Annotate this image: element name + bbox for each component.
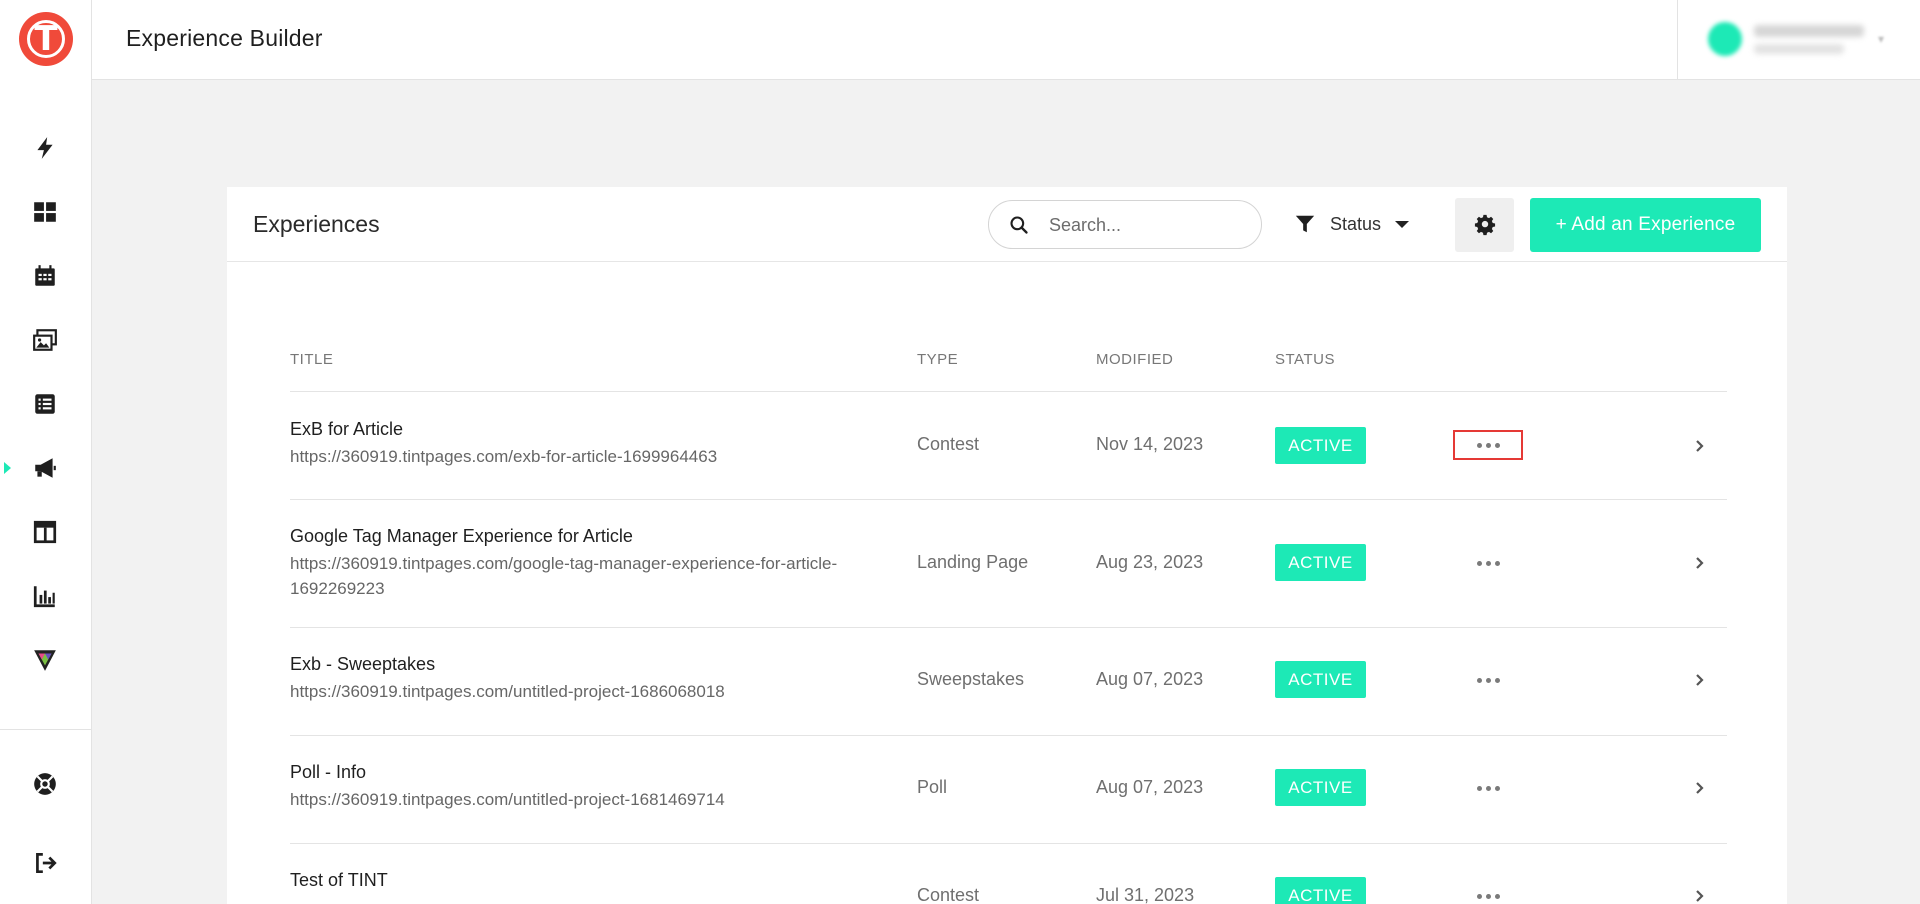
more-dot (1485, 560, 1491, 566)
more-dot (1494, 442, 1500, 448)
dashboard-grid-icon[interactable] (30, 197, 60, 227)
status-badge: ACTIVE (1275, 427, 1366, 464)
caret-down-icon (1395, 220, 1410, 228)
brand-triangle-icon[interactable] (30, 645, 60, 675)
chevron-right-icon[interactable] (1692, 778, 1708, 798)
more-dot (1485, 785, 1491, 791)
modified-date: Jul 31, 2023 (1096, 885, 1195, 904)
more-options-button[interactable] (1453, 430, 1523, 460)
experience-url[interactable]: https://360919.tintpages.com/exb-for-art… (290, 444, 870, 469)
table-row[interactable]: Test of TINT Contest Jul 31, 2023 ACTIVE (290, 843, 1727, 904)
more-options-button[interactable] (1453, 773, 1523, 803)
chevron-right-icon[interactable] (1692, 436, 1708, 456)
experience-url[interactable]: https://360919.tintpages.com/untitled-pr… (290, 679, 870, 704)
more-dot (1476, 785, 1482, 791)
status-badge: ACTIVE (1275, 544, 1366, 581)
tint-logo[interactable]: T (19, 12, 73, 66)
more-dot (1494, 677, 1500, 683)
experience-title[interactable]: Google Tag Manager Experience for Articl… (290, 526, 633, 547)
experience-title[interactable]: ExB for Article (290, 419, 403, 440)
user-menu[interactable]: ▾ (1677, 0, 1920, 80)
more-dot (1494, 893, 1500, 899)
experience-type: Poll (917, 777, 948, 797)
column-header-modified: MODIFIED (1096, 351, 1174, 368)
chevron-right-icon[interactable] (1692, 886, 1708, 904)
megaphone-icon[interactable] (30, 453, 60, 483)
lightning-icon[interactable] (30, 133, 60, 163)
experience-title[interactable]: Test of TINT (290, 870, 388, 891)
more-dot (1476, 677, 1482, 683)
table-row[interactable]: ExB for Article https://360919.tintpages… (290, 391, 1727, 499)
chevron-right-icon[interactable] (1692, 553, 1708, 573)
status-badge: ACTIVE (1275, 769, 1366, 806)
more-dot (1494, 560, 1500, 566)
experience-type: Landing Page (917, 552, 1029, 572)
status-badge: ACTIVE (1275, 661, 1366, 698)
more-options-button[interactable] (1453, 665, 1523, 695)
status-filter-label: Status (1330, 213, 1382, 234)
sidebar: T (0, 0, 92, 904)
column-header-type: TYPE (917, 351, 959, 368)
more-dot (1476, 560, 1482, 566)
experiences-card: Experiences Status + Add an Experience T… (227, 187, 1787, 904)
modified-date: Aug 23, 2023 (1096, 552, 1204, 572)
card-header: Experiences Status + Add an Experience (227, 187, 1787, 262)
experience-title[interactable]: Poll - Info (290, 762, 366, 783)
modified-date: Aug 07, 2023 (1096, 669, 1204, 689)
gallery-icon[interactable] (30, 325, 60, 355)
search-box[interactable] (988, 200, 1262, 249)
help-lifebuoy-icon[interactable] (30, 769, 60, 799)
experience-type: Sweepstakes (917, 669, 1025, 689)
more-options-button[interactable] (1453, 881, 1523, 904)
more-dot (1476, 893, 1482, 899)
logo-ring (27, 20, 65, 58)
more-dot (1476, 442, 1482, 448)
status-filter-dropdown[interactable]: Status (1294, 211, 1410, 237)
column-header-status: STATUS (1275, 351, 1335, 368)
search-icon (1010, 216, 1028, 234)
sidebar-divider (0, 729, 91, 730)
table-header: TITLE TYPE MODIFIED STATUS (290, 351, 1727, 379)
experience-type: Contest (917, 434, 980, 454)
calendar-icon[interactable] (30, 261, 60, 291)
table-row[interactable]: Exb - Sweeptakes https://360919.tintpage… (290, 627, 1727, 735)
page-title: Experience Builder (126, 25, 323, 51)
modified-date: Aug 07, 2023 (1096, 777, 1204, 797)
card-title: Experiences (253, 211, 380, 237)
experience-url[interactable]: https://360919.tintpages.com/untitled-pr… (290, 787, 870, 812)
layout-icon[interactable] (30, 517, 60, 547)
filter-icon (1295, 215, 1315, 233)
experience-title[interactable]: Exb - Sweeptakes (290, 654, 435, 675)
more-dot (1485, 442, 1491, 448)
more-dot (1485, 677, 1491, 683)
logout-icon[interactable] (30, 848, 60, 878)
experience-type: Contest (917, 885, 980, 904)
top-header: Experience Builder ▾ (92, 0, 1920, 80)
experience-url[interactable]: https://360919.tintpages.com/google-tag-… (290, 551, 870, 601)
avatar (1708, 22, 1742, 56)
search-input[interactable] (1049, 213, 1239, 237)
user-name-redacted (1754, 25, 1864, 37)
more-dot (1494, 785, 1500, 791)
add-experience-button[interactable]: + Add an Experience (1530, 198, 1761, 252)
list-icon[interactable] (30, 389, 60, 419)
chevron-right-icon[interactable] (1692, 670, 1708, 690)
status-badge: ACTIVE (1275, 877, 1366, 904)
gear-icon (1474, 214, 1495, 236)
table-row[interactable]: Google Tag Manager Experience for Articl… (290, 499, 1727, 627)
table-row[interactable]: Poll - Info https://360919.tintpages.com… (290, 735, 1727, 843)
settings-button[interactable] (1455, 198, 1514, 252)
analytics-chart-icon[interactable] (30, 581, 60, 611)
more-options-button[interactable] (1453, 548, 1523, 578)
column-header-title: TITLE (290, 351, 334, 368)
active-nav-marker (4, 462, 11, 474)
modified-date: Nov 14, 2023 (1096, 434, 1204, 454)
more-dot (1485, 893, 1491, 899)
user-org-redacted (1754, 44, 1844, 54)
chevron-down-icon: ▾ (1878, 32, 1885, 46)
